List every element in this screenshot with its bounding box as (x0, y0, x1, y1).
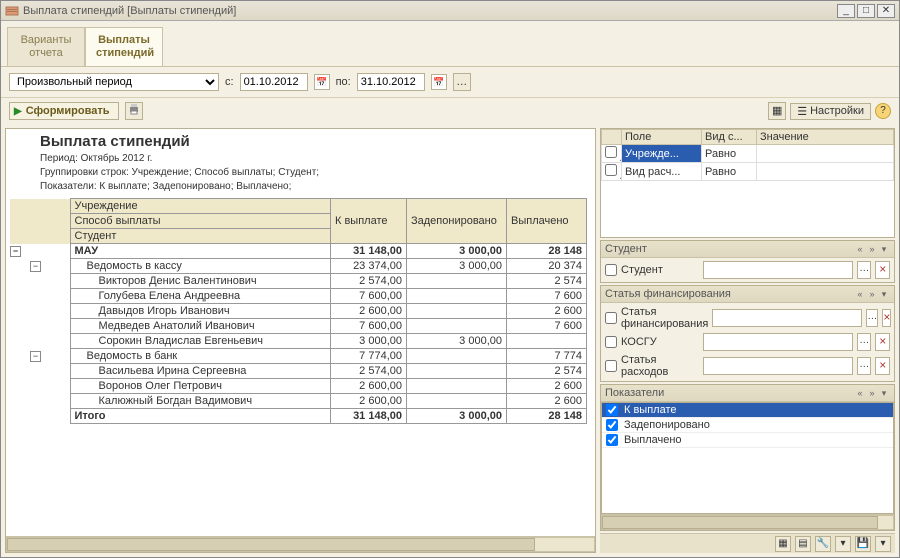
table-row: −МАУ31 148,003 000,0028 148 (10, 244, 587, 259)
chevron-left-icon[interactable]: « (854, 288, 866, 300)
save-icon[interactable]: 💾 (855, 536, 871, 552)
period-toolbar: Произвольный период с: 📅 по: 📅 … (1, 66, 899, 97)
table-row: Сорокин Владислав Евгеньевич3 000,003 00… (10, 334, 587, 349)
tool-icon[interactable]: ▤ (795, 536, 811, 552)
period-mode-select[interactable]: Произвольный период (9, 73, 219, 91)
table-row: Голубева Елена Андреевна7 600,007 600 (10, 289, 587, 304)
indicator-row[interactable]: Задепонировано (602, 418, 893, 433)
tool-icon[interactable]: ▾ (835, 536, 851, 552)
table-row: −Ведомость в банк7 774,007 774 (10, 349, 587, 364)
panel-indicators: Показатели « » ▾ К выплате Задепонирован… (600, 384, 895, 531)
print-button[interactable] (125, 102, 143, 120)
table-row: Давыдов Игорь Иванович2 600,002 600 (10, 304, 587, 319)
filter-check[interactable] (605, 164, 617, 176)
filter-grid-panel: Поле Вид с... Значение Учрежде... Равно … (600, 128, 895, 238)
wrench-icon[interactable]: 🔧 (815, 536, 831, 552)
chevron-right-icon[interactable]: » (866, 387, 878, 399)
filter-cond-header: Вид с... (702, 130, 757, 145)
exp-clear-button[interactable]: × (875, 357, 890, 375)
filter-value-header: Значение (757, 130, 894, 145)
play-icon: ▶ (14, 106, 22, 117)
date-to-input[interactable] (357, 73, 425, 91)
tab-variants[interactable]: Варианты отчета (7, 27, 85, 66)
table-row: Воронов Олег Петрович2 600,002 600 (10, 379, 587, 394)
action-toolbar: ▶ Сформировать ▦ ☰ Настройки ? (1, 97, 899, 124)
to-label: по: (336, 76, 351, 88)
app-icon (5, 4, 19, 18)
table-row: Медведев Анатолий Иванович7 600,007 600 (10, 319, 587, 334)
student-check[interactable] (605, 264, 617, 276)
generate-button[interactable]: ▶ Сформировать (9, 102, 119, 120)
titlebar: Выплата стипендий [Выплаты стипендий] _ … (1, 1, 899, 21)
close-button[interactable]: ✕ (877, 4, 895, 18)
date-from-input[interactable] (240, 73, 308, 91)
table-row: Калюжный Богдан Вадимович2 600,002 600 (10, 394, 587, 409)
table-row: Викторов Денис Валентинович2 574,002 574 (10, 274, 587, 289)
total-label: Итого (70, 409, 331, 424)
kosgu-clear-button[interactable]: × (875, 333, 890, 351)
student-clear-button[interactable]: × (875, 261, 890, 279)
table-row: −Ведомость в кассу23 374,003 000,0020 37… (10, 259, 587, 274)
kosgu-check[interactable] (605, 336, 617, 348)
chevron-down-icon[interactable]: ▾ (878, 288, 890, 300)
filter-row[interactable]: Учрежде... Равно (602, 145, 894, 163)
exp-input[interactable] (703, 357, 853, 375)
list-icon: ☰ (797, 105, 807, 118)
fin-check[interactable] (605, 312, 617, 324)
panel-student: Студент « » ▾ Студент … × (600, 240, 895, 283)
indicator-row[interactable]: Выплачено (602, 433, 893, 448)
fin-input[interactable] (712, 309, 862, 327)
layout-button-1[interactable]: ▦ (768, 102, 786, 120)
tab-payments[interactable]: Выплаты стипендий (85, 27, 163, 66)
fin-clear-button[interactable]: × (882, 309, 891, 327)
help-button[interactable]: ? (875, 103, 891, 119)
kosgu-pick-button[interactable]: … (857, 333, 872, 351)
tree-toggle[interactable]: − (30, 261, 41, 272)
indicator-check[interactable] (606, 404, 618, 416)
exp-check[interactable] (605, 360, 617, 372)
tool-icon[interactable]: ▦ (775, 536, 791, 552)
report-tabs: Варианты отчета Выплаты стипендий (1, 21, 899, 66)
minimize-button[interactable]: _ (837, 4, 855, 18)
maximize-button[interactable]: □ (857, 4, 875, 18)
window-title: Выплата стипендий [Выплаты стипендий] (23, 5, 837, 17)
indicator-check[interactable] (606, 419, 618, 431)
student-input[interactable] (703, 261, 853, 279)
chevron-down-icon[interactable]: ▾ (878, 243, 890, 255)
chevron-down-icon[interactable]: ▾ (878, 387, 890, 399)
report-area: Выплата стипендий Период: Октябрь 2012 г… (5, 128, 596, 553)
report-table: Учреждение К выплате Задепонировано Выпл… (10, 198, 587, 424)
filter-check[interactable] (605, 146, 617, 158)
filter-field-header: Поле (622, 130, 702, 145)
chevron-right-icon[interactable]: » (866, 243, 878, 255)
student-pick-button[interactable]: … (857, 261, 872, 279)
chevron-left-icon[interactable]: « (854, 243, 866, 255)
report-meta: Период: Октябрь 2012 г. Группировки стро… (10, 152, 587, 194)
calendar-to-icon[interactable]: 📅 (431, 74, 447, 90)
indicator-check[interactable] (606, 434, 618, 446)
chevron-left-icon[interactable]: « (854, 387, 866, 399)
bottom-toolbar: ▦ ▤ 🔧 ▾ 💾 ▾ (600, 533, 895, 553)
filter-check-header (602, 130, 622, 145)
fin-pick-button[interactable]: … (866, 309, 878, 327)
chevron-right-icon[interactable]: » (866, 288, 878, 300)
tree-toggle[interactable]: − (30, 351, 41, 362)
period-pick-button[interactable]: … (453, 73, 471, 91)
table-row: Васильева Ирина Сергеевна2 574,002 574 (10, 364, 587, 379)
panel-financing: Статья финансирования « » ▾ Статья финан… (600, 285, 895, 382)
filter-row[interactable]: Вид расч... Равно (602, 163, 894, 181)
indicator-row[interactable]: К выплате (602, 403, 893, 418)
settings-button[interactable]: ☰ Настройки (790, 103, 871, 120)
exp-pick-button[interactable]: … (857, 357, 872, 375)
h-scrollbar[interactable] (6, 536, 595, 552)
tree-toggle[interactable]: − (10, 246, 21, 257)
calendar-from-icon[interactable]: 📅 (314, 74, 330, 90)
h-scrollbar[interactable] (601, 514, 894, 530)
tool-icon[interactable]: ▾ (875, 536, 891, 552)
report-title: Выплата стипендий (10, 133, 587, 150)
kosgu-input[interactable] (703, 333, 853, 351)
from-label: с: (225, 76, 234, 88)
